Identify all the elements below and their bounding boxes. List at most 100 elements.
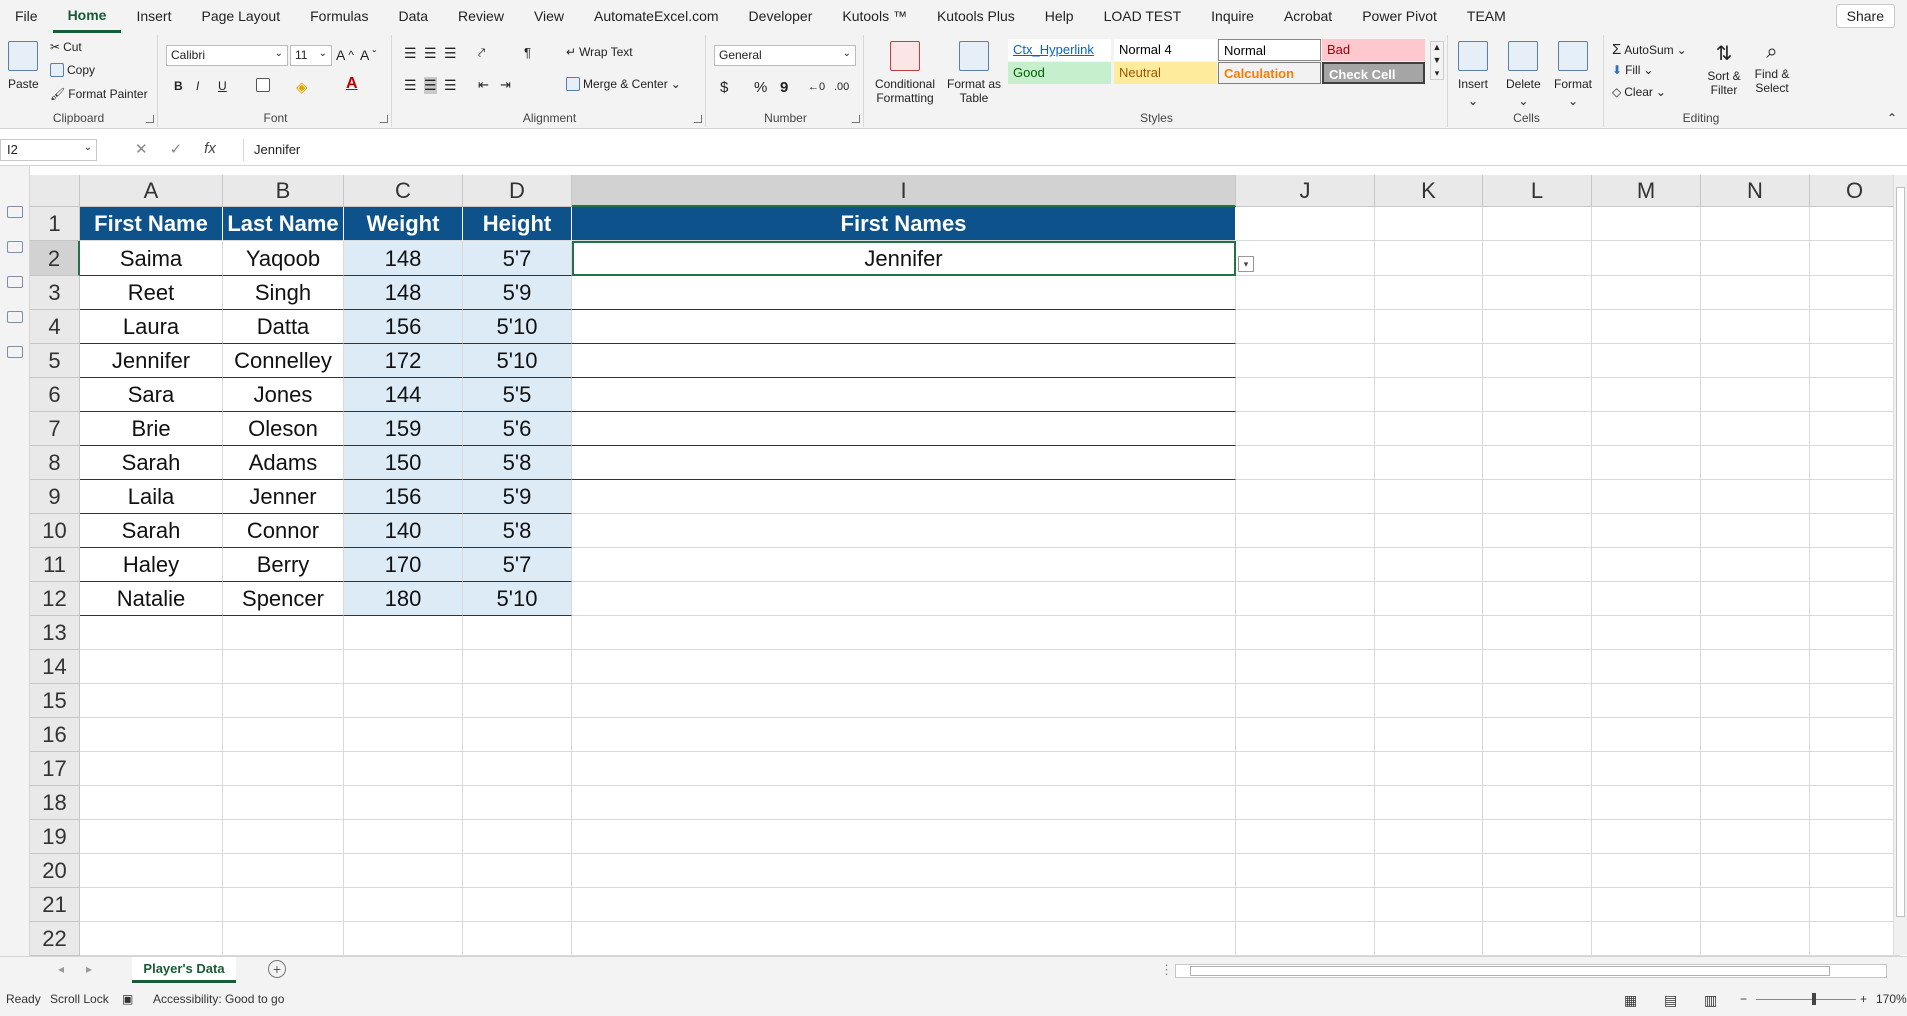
cell-a12[interactable]: Natalie: [80, 582, 223, 616]
cell-m18[interactable]: [1592, 786, 1701, 820]
cell-o6[interactable]: [1810, 378, 1900, 412]
menu-tab-team[interactable]: TEAM: [1452, 0, 1521, 33]
cell-d10[interactable]: 5'8: [463, 514, 572, 548]
cell-b13[interactable]: [223, 616, 344, 650]
number-dialog-launcher[interactable]: [852, 115, 860, 123]
cell-o12[interactable]: [1810, 582, 1900, 616]
cell-i22[interactable]: [572, 922, 1236, 956]
cell-l9[interactable]: [1483, 480, 1592, 514]
cell-i11[interactable]: [572, 548, 1236, 582]
fill-color-button[interactable]: ◈: [296, 78, 308, 96]
top-align-button[interactable]: ☰: [404, 45, 417, 62]
cell-o18[interactable]: [1810, 786, 1900, 820]
menu-tab-view[interactable]: View: [519, 0, 579, 33]
cell-m17[interactable]: [1592, 752, 1701, 786]
row-header-6[interactable]: 6: [30, 378, 80, 412]
cell-c15[interactable]: [344, 684, 463, 718]
cell-c13[interactable]: [344, 616, 463, 650]
cell-l5[interactable]: [1483, 344, 1592, 378]
cell-k4[interactable]: [1375, 310, 1483, 344]
cell-o17[interactable]: [1810, 752, 1900, 786]
cell-l1[interactable]: [1483, 207, 1592, 241]
cell-j5[interactable]: [1236, 344, 1375, 378]
cell-c2[interactable]: 148: [344, 241, 463, 276]
cell-j3[interactable]: [1236, 276, 1375, 310]
cell-b22[interactable]: [223, 922, 344, 956]
cell-o13[interactable]: [1810, 616, 1900, 650]
zoom-slider-thumb[interactable]: [1812, 993, 1816, 1005]
column-header-l[interactable]: L: [1483, 175, 1592, 207]
font-name-select[interactable]: Calibri ⌄: [166, 45, 288, 66]
text-direction-button[interactable]: ¶: [524, 45, 531, 60]
cell-a15[interactable]: [80, 684, 223, 718]
grow-font-button[interactable]: A ^: [336, 47, 354, 63]
horizontal-scroll-thumb[interactable]: [1190, 966, 1830, 976]
cell-b4[interactable]: Datta: [223, 310, 344, 344]
cell-o11[interactable]: [1810, 548, 1900, 582]
cell-j1[interactable]: [1236, 207, 1375, 241]
row-header-10[interactable]: 10: [30, 514, 80, 548]
cell-i3[interactable]: [572, 276, 1236, 310]
cell-j17[interactable]: [1236, 752, 1375, 786]
cell-o2[interactable]: [1810, 241, 1900, 276]
cell-m19[interactable]: [1592, 820, 1701, 854]
cell-style-bad[interactable]: Bad: [1322, 39, 1425, 61]
cell-j16[interactable]: [1236, 718, 1375, 752]
column-header-d[interactable]: D: [463, 175, 572, 207]
cell-n1[interactable]: [1701, 207, 1810, 241]
cell-o5[interactable]: [1810, 344, 1900, 378]
cell-j10[interactable]: [1236, 514, 1375, 548]
cell-j13[interactable]: [1236, 616, 1375, 650]
cell-n13[interactable]: [1701, 616, 1810, 650]
cell-o3[interactable]: [1810, 276, 1900, 310]
cell-b16[interactable]: [223, 718, 344, 752]
cell-m11[interactable]: [1592, 548, 1701, 582]
orientation-button[interactable]: ⤤: [478, 45, 485, 61]
cell-i18[interactable]: [572, 786, 1236, 820]
cell-n20[interactable]: [1701, 854, 1810, 888]
cell-o4[interactable]: [1810, 310, 1900, 344]
cell-j15[interactable]: [1236, 684, 1375, 718]
cell-i2[interactable]: Jennifer: [572, 241, 1236, 276]
share-button[interactable]: Share: [1835, 4, 1895, 28]
sheet-tab-players-data[interactable]: Player's Data: [132, 957, 236, 983]
cell-j14[interactable]: [1236, 650, 1375, 684]
menu-tab-developer[interactable]: Developer: [734, 0, 828, 33]
cell-d17[interactable]: [463, 752, 572, 786]
italic-button[interactable]: I: [196, 79, 199, 93]
cell-k7[interactable]: [1375, 412, 1483, 446]
cell-m15[interactable]: [1592, 684, 1701, 718]
cell-k1[interactable]: [1375, 207, 1483, 241]
cell-a3[interactable]: Reet: [80, 276, 223, 310]
cell-c5[interactable]: 172: [344, 344, 463, 378]
select-all-corner[interactable]: [30, 175, 80, 207]
cell-style-normal-4[interactable]: Normal 4: [1114, 39, 1217, 61]
shrink-font-button[interactable]: Aˇ: [360, 47, 376, 63]
zoom-slider[interactable]: [1756, 993, 1856, 1005]
cell-c6[interactable]: 144: [344, 378, 463, 412]
cell-b9[interactable]: Jenner: [223, 480, 344, 514]
row-header-14[interactable]: 14: [30, 650, 80, 684]
autosum-button[interactable]: Σ AutoSum ⌄: [1612, 41, 1687, 58]
autotext-icon[interactable]: [7, 276, 23, 288]
cell-d16[interactable]: [463, 718, 572, 752]
alignment-dialog-launcher[interactable]: [694, 115, 702, 123]
cell-i4[interactable]: [572, 310, 1236, 344]
vertical-scroll-thumb[interactable]: [1896, 187, 1905, 917]
cell-d18[interactable]: [463, 786, 572, 820]
clipboard-dialog-launcher[interactable]: [146, 115, 154, 123]
cell-n18[interactable]: [1701, 786, 1810, 820]
cell-j7[interactable]: [1236, 412, 1375, 446]
format-painter-button[interactable]: 🖌 Format Painter: [50, 87, 148, 101]
row-header-17[interactable]: 17: [30, 752, 80, 786]
cell-j2[interactable]: [1236, 241, 1375, 276]
cell-n22[interactable]: [1701, 922, 1810, 956]
row-header-1[interactable]: 1: [30, 207, 80, 241]
cell-l8[interactable]: [1483, 446, 1592, 480]
macro-record-icon[interactable]: ▣: [122, 992, 133, 1006]
cell-n11[interactable]: [1701, 548, 1810, 582]
row-header-8[interactable]: 8: [30, 446, 80, 480]
cell-style-normal[interactable]: Normal: [1218, 39, 1321, 61]
format-cells-button[interactable]: Format ⌄: [1554, 41, 1592, 108]
cell-l21[interactable]: [1483, 888, 1592, 922]
